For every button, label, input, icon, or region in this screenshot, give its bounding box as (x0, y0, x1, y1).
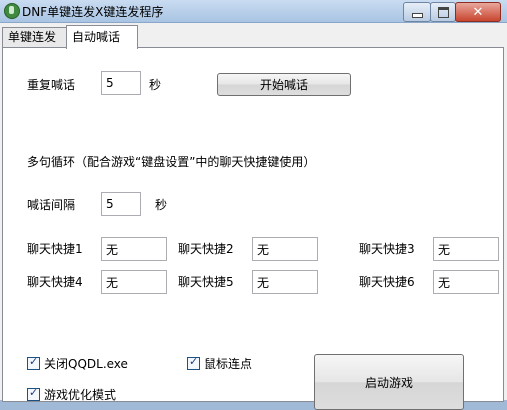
hotkey-3-label: 聊天快捷3 (359, 242, 415, 256)
game-opt-checkbox[interactable]: 游戏优化模式 (27, 386, 116, 403)
multi-loop-heading: 多句循环（配合游戏“键盘设置”中的聊天快捷键使用） (27, 155, 316, 169)
tab-single-key[interactable]: 单键连发 (2, 27, 70, 48)
interval-seconds-input[interactable] (101, 192, 141, 216)
hotkey-1-input[interactable] (101, 237, 167, 261)
repeat-shout-label: 重复喊话 (27, 78, 76, 92)
close-button[interactable]: ✕ (455, 2, 501, 22)
interval-label: 喊话间隔 (27, 198, 76, 212)
checkbox-checked-icon (27, 355, 40, 370)
hotkey-4-input[interactable] (101, 270, 167, 294)
hotkey-5-input[interactable] (252, 270, 318, 294)
title-bar: DNF单键连发X键连发程序 ✕ (0, 0, 507, 23)
close-qqdl-checkbox[interactable]: 关闭QQDL.exe (27, 355, 128, 372)
hotkey-2-label: 聊天快捷2 (178, 242, 234, 256)
window-title: DNF单键连发X键连发程序 (22, 5, 164, 19)
game-opt-label: 游戏优化模式 (44, 388, 117, 402)
hotkey-5-label: 聊天快捷5 (178, 275, 234, 289)
mouse-click-label: 鼠标连点 (204, 357, 253, 371)
auto-shout-panel: 重复喊话 秒 开始喊话 多句循环（配合游戏“键盘设置”中的聊天快捷键使用） 喊话… (2, 47, 504, 410)
minimize-button[interactable] (403, 2, 431, 22)
caption-buttons: ✕ (403, 2, 501, 22)
window-client: 单键连发 自动喊话 重复喊话 秒 开始喊话 多句循环（配合游戏“键盘设置”中的聊… (0, 23, 507, 410)
hotkey-4-label: 聊天快捷4 (27, 275, 83, 289)
maximize-icon (437, 6, 449, 18)
mouse-click-checkbox[interactable]: 鼠标连点 (187, 355, 252, 372)
start-shout-button[interactable]: 开始喊话 (217, 73, 351, 96)
checkbox-checked-icon (187, 355, 200, 370)
app-icon (4, 3, 20, 19)
hotkey-1-label: 聊天快捷1 (27, 242, 83, 256)
checkbox-checked-icon (27, 386, 40, 401)
launch-game-button[interactable]: 启动游戏 (314, 354, 464, 410)
minimize-icon (411, 12, 423, 18)
repeat-seconds-input[interactable] (101, 71, 141, 95)
hotkey-6-label: 聊天快捷6 (359, 275, 415, 289)
repeat-unit-label: 秒 (149, 78, 162, 92)
hotkey-2-input[interactable] (252, 237, 318, 261)
close-icon: ✕ (472, 4, 484, 20)
maximize-button[interactable] (430, 2, 456, 22)
hotkey-6-input[interactable] (433, 270, 499, 294)
close-qqdl-label: 关闭QQDL.exe (44, 357, 128, 371)
hotkey-3-input[interactable] (433, 237, 499, 261)
interval-unit-label: 秒 (155, 198, 168, 212)
tab-auto-shout[interactable]: 自动喊话 (66, 25, 138, 49)
